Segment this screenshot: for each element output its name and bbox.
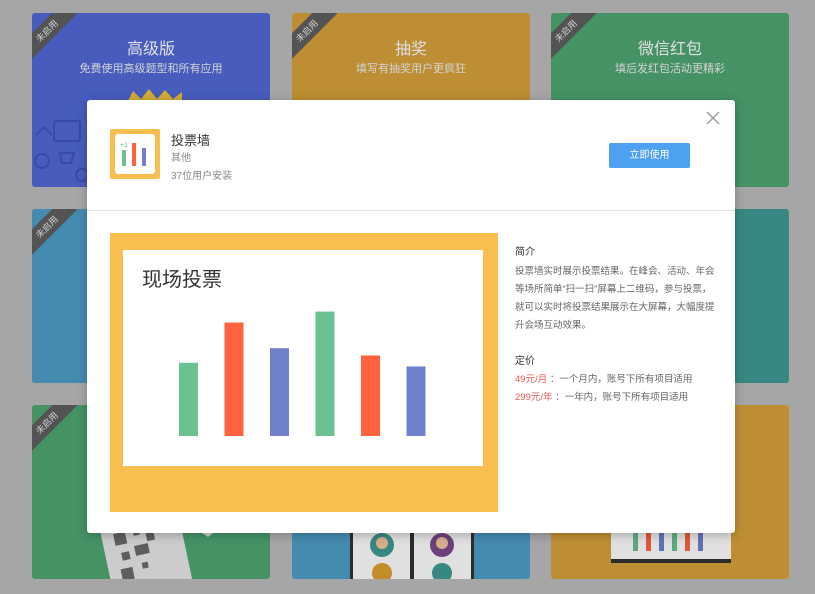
price-monthly: 49元/月 ：一个月内，账号下所有项目适用: [515, 371, 692, 385]
divider: [87, 210, 735, 211]
preview-bar: [406, 366, 426, 436]
bar-chart-icon: +1: [110, 129, 160, 179]
preview-bar: [315, 311, 335, 436]
price-desc: ：一个月内，账号下所有项目适用: [547, 374, 693, 385]
app-install-count: 37位用户安装: [171, 171, 233, 182]
preview-image: 现场投票: [110, 233, 498, 512]
svg-text:+1: +1: [120, 142, 128, 149]
intro-text: 投票墙实时展示投票结果。在峰会、活动、年会等场所简单“扫一扫”屏幕上二维码，参与…: [515, 266, 715, 331]
preview-bar-chart: [179, 311, 426, 436]
intro-heading: 简介: [515, 247, 535, 258]
price-value: 49元/月: [515, 374, 548, 385]
pricing-heading: 定价: [515, 356, 535, 367]
price-yearly: 299元/年 ：一年内，账号下所有项目适用: [515, 389, 688, 403]
preview-bar: [361, 355, 380, 436]
app-category: 其他: [171, 153, 191, 164]
app-detail-modal: +1 投票墙 其他 37位用户安装 立即使用 现场投票 简介 投票墙实时展示投票…: [87, 100, 735, 533]
price-desc: ：一年内，账号下所有项目适用: [552, 392, 689, 403]
close-icon[interactable]: [704, 109, 722, 127]
preview-bar: [179, 362, 198, 436]
preview-bar: [270, 348, 289, 436]
preview-bar: [224, 322, 244, 436]
price-value: 299元/年: [515, 392, 553, 403]
app-name: 投票墙: [171, 133, 211, 148]
use-now-button[interactable]: 立即使用: [609, 143, 690, 168]
preview-screen: 现场投票: [123, 250, 483, 466]
